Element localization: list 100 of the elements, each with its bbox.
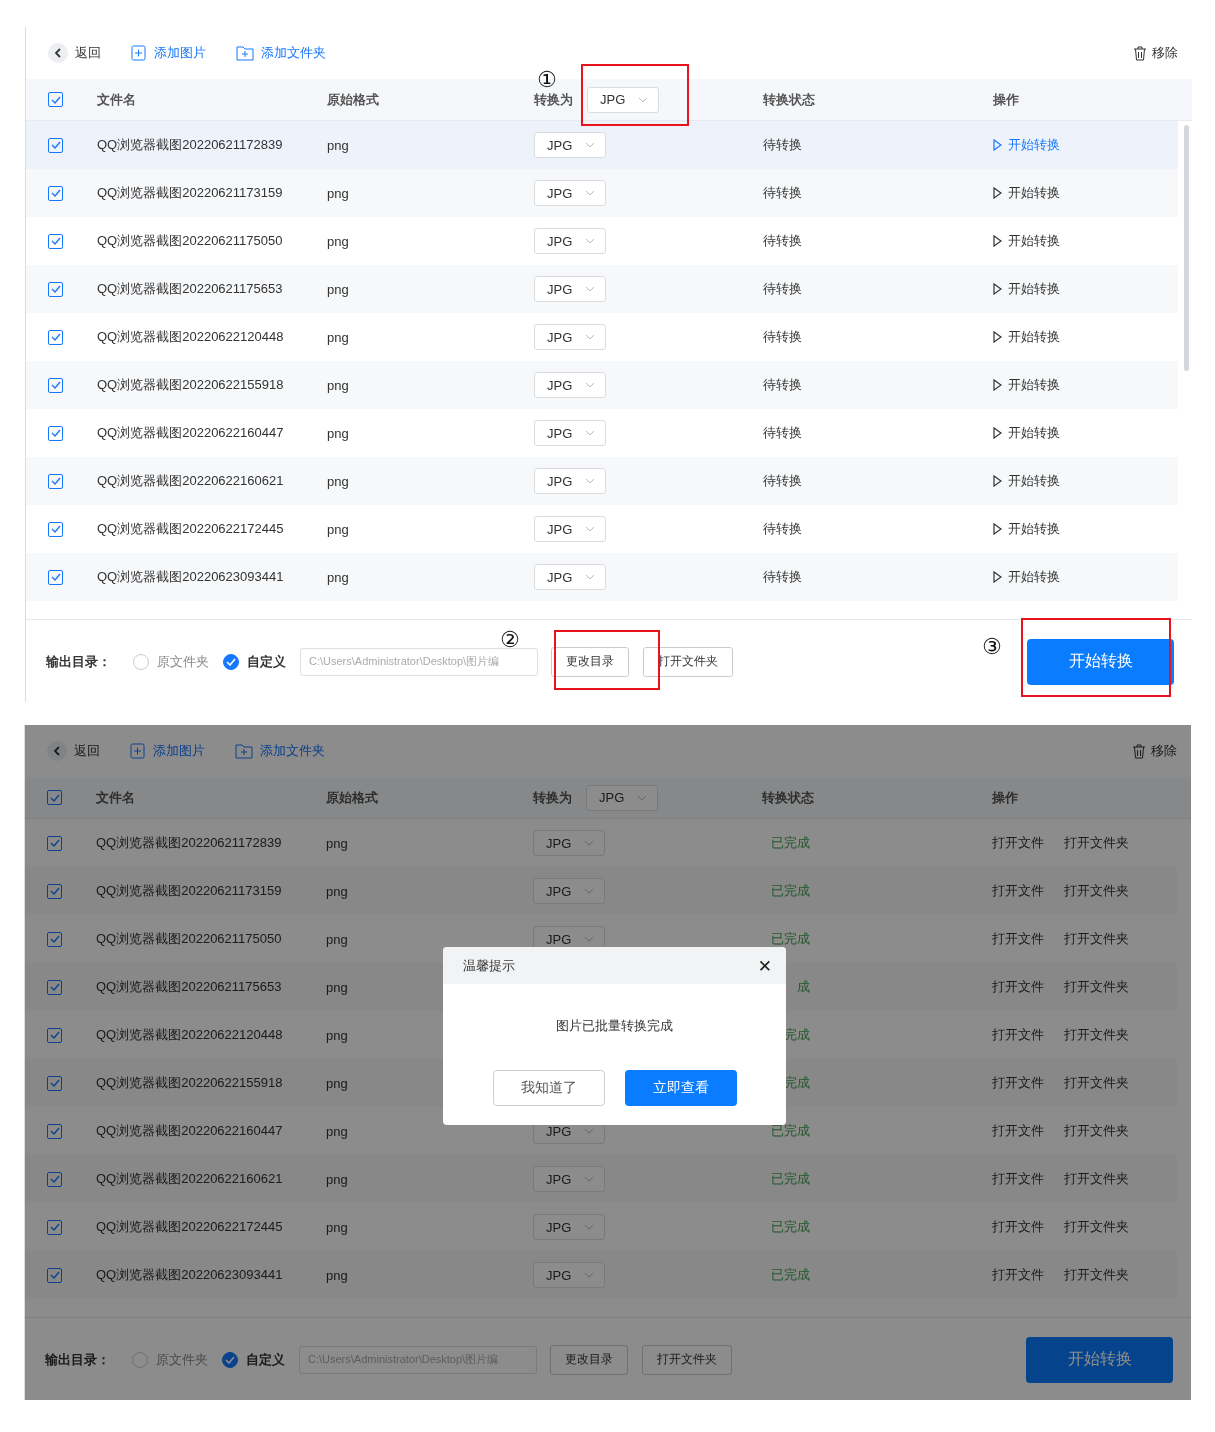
open-link[interactable]: 打开文件 (992, 1122, 1044, 1140)
start-convert-link[interactable]: 开始转换 (993, 136, 1060, 154)
back-button[interactable]: 返回 (47, 741, 100, 761)
format-select[interactable]: JPG (587, 86, 659, 113)
format-select[interactable]: JPG (534, 132, 606, 158)
add-image-button[interactable]: 添加图片 (131, 44, 206, 62)
row-checkbox[interactable] (48, 281, 63, 297)
start-convert-button[interactable]: 开始转换 (1027, 638, 1174, 685)
add-folder-button[interactable]: 添加文件夹 (235, 742, 325, 760)
row-checkbox[interactable] (48, 425, 63, 441)
start-convert-link[interactable]: 开始转换 (993, 280, 1060, 298)
open-link[interactable]: 打开文件夹 (1064, 1122, 1129, 1140)
open-link[interactable]: 打开文件夹 (1064, 1266, 1129, 1284)
open-link[interactable]: 打开文件夹 (1064, 1074, 1129, 1092)
file-name: QQ浏览器截图20220623093441 (96, 1266, 284, 1284)
radio-option[interactable]: 原文件夹 (132, 1350, 208, 1369)
open-link[interactable]: 打开文件 (992, 978, 1044, 996)
open-link[interactable]: 打开文件 (992, 1266, 1044, 1284)
radio-option[interactable]: 自定义 (222, 1350, 285, 1369)
start-convert-link[interactable]: 开始转换 (993, 232, 1060, 250)
open-link[interactable]: 打开文件夹 (1064, 930, 1129, 948)
back-button[interactable]: 返回 (48, 43, 101, 63)
radio-option[interactable]: 自定义 (223, 652, 286, 671)
start-convert-link[interactable]: 开始转换 (993, 424, 1060, 442)
step-number: ① (537, 69, 557, 91)
status-text: 待转换 (763, 376, 803, 394)
row-checkbox[interactable] (47, 883, 62, 899)
format-select[interactable]: JPG (534, 420, 606, 446)
row-checkbox[interactable] (47, 1075, 62, 1091)
open-link[interactable]: 打开文件夹 (1064, 834, 1129, 852)
radio-option[interactable]: 原文件夹 (133, 652, 209, 671)
row-checkbox[interactable] (47, 1219, 62, 1235)
change-dir-button[interactable]: 更改目录 (551, 646, 629, 677)
row-checkbox[interactable] (47, 835, 62, 851)
row-checkbox[interactable] (47, 979, 62, 995)
close-button[interactable]: ✕ (753, 955, 776, 976)
format-select[interactable]: JPG (534, 228, 606, 254)
start-convert-link[interactable]: 开始转换 (993, 520, 1060, 538)
source-format: png (327, 569, 349, 585)
format-select[interactable]: JPG (534, 372, 606, 398)
open-link[interactable]: 打开文件夹 (1064, 1170, 1129, 1188)
start-convert-link[interactable]: 开始转换 (993, 184, 1060, 202)
select-all-checkbox[interactable] (47, 790, 62, 805)
row-checkbox[interactable] (48, 233, 63, 249)
format-select[interactable]: JPG (534, 564, 606, 590)
select-all-checkbox[interactable] (48, 92, 63, 107)
chevron-down-icon (584, 936, 594, 942)
dialog-button[interactable]: 我知道了 (492, 1070, 605, 1106)
format-select[interactable]: JPG (534, 516, 606, 542)
row-checkbox[interactable] (48, 569, 63, 585)
scrollbar[interactable] (1184, 125, 1189, 371)
row-checkbox[interactable] (47, 1267, 62, 1283)
open-link[interactable]: 打开文件夹 (1064, 882, 1129, 900)
open-folder-button[interactable]: 打开文件夹 (642, 1344, 732, 1375)
start-convert-button[interactable]: 开始转换 (1026, 1336, 1173, 1383)
row-checkbox[interactable] (48, 521, 63, 537)
open-link[interactable]: 打开文件 (992, 834, 1044, 852)
play-icon (993, 523, 1002, 535)
open-link[interactable]: 打开文件 (992, 1026, 1044, 1044)
format-select[interactable]: JPG (533, 830, 605, 856)
open-link[interactable]: 打开文件 (992, 930, 1044, 948)
change-dir-button[interactable]: 更改目录 (550, 1344, 628, 1375)
start-convert-link[interactable]: 开始转换 (993, 376, 1060, 394)
row-checkbox[interactable] (48, 377, 63, 393)
row-checkbox[interactable] (48, 137, 63, 153)
format-select[interactable]: JPG (534, 468, 606, 494)
format-select[interactable]: JPG (533, 878, 605, 904)
row-checkbox[interactable] (48, 185, 63, 201)
add-folder-button[interactable]: 添加文件夹 (236, 44, 326, 62)
dialog-button[interactable]: 立即查看 (624, 1070, 737, 1106)
format-select[interactable]: JPG (534, 276, 606, 302)
column-header: 原始格式 (327, 90, 380, 109)
add-image-button[interactable]: 添加图片 (130, 742, 205, 760)
open-link[interactable]: 打开文件 (992, 1170, 1044, 1188)
row-checkbox[interactable] (48, 329, 63, 345)
format-select[interactable]: JPG (533, 1262, 605, 1288)
start-convert-link[interactable]: 开始转换 (993, 568, 1060, 586)
row-checkbox[interactable] (47, 931, 62, 947)
open-link[interactable]: 打开文件夹 (1064, 1218, 1129, 1236)
row-checkbox[interactable] (47, 1027, 62, 1043)
format-select[interactable]: JPG (534, 180, 606, 206)
open-link[interactable]: 打开文件夹 (1064, 978, 1129, 996)
format-select[interactable]: JPG (533, 1166, 605, 1192)
format-select[interactable]: JPG (586, 784, 658, 811)
start-convert-link[interactable]: 开始转换 (993, 328, 1060, 346)
open-link[interactable]: 打开文件夹 (1064, 1026, 1129, 1044)
row-checkbox[interactable] (48, 473, 63, 489)
dialog-message: 图片已批量转换完成 (555, 1017, 674, 1035)
format-select[interactable]: JPG (533, 1214, 605, 1240)
remove-button[interactable]: 移除 (1132, 742, 1177, 760)
row-checkbox[interactable] (47, 1123, 62, 1139)
open-link[interactable]: 打开文件 (992, 1074, 1044, 1092)
open-link[interactable]: 打开文件 (992, 1218, 1044, 1236)
start-convert-link[interactable]: 开始转换 (993, 472, 1060, 490)
format-select[interactable]: JPG (534, 324, 606, 350)
remove-button[interactable]: 移除 (1133, 44, 1178, 62)
source-format: png (326, 1123, 348, 1139)
row-checkbox[interactable] (47, 1171, 62, 1187)
open-link[interactable]: 打开文件 (992, 882, 1044, 900)
trash-icon (1133, 45, 1147, 61)
